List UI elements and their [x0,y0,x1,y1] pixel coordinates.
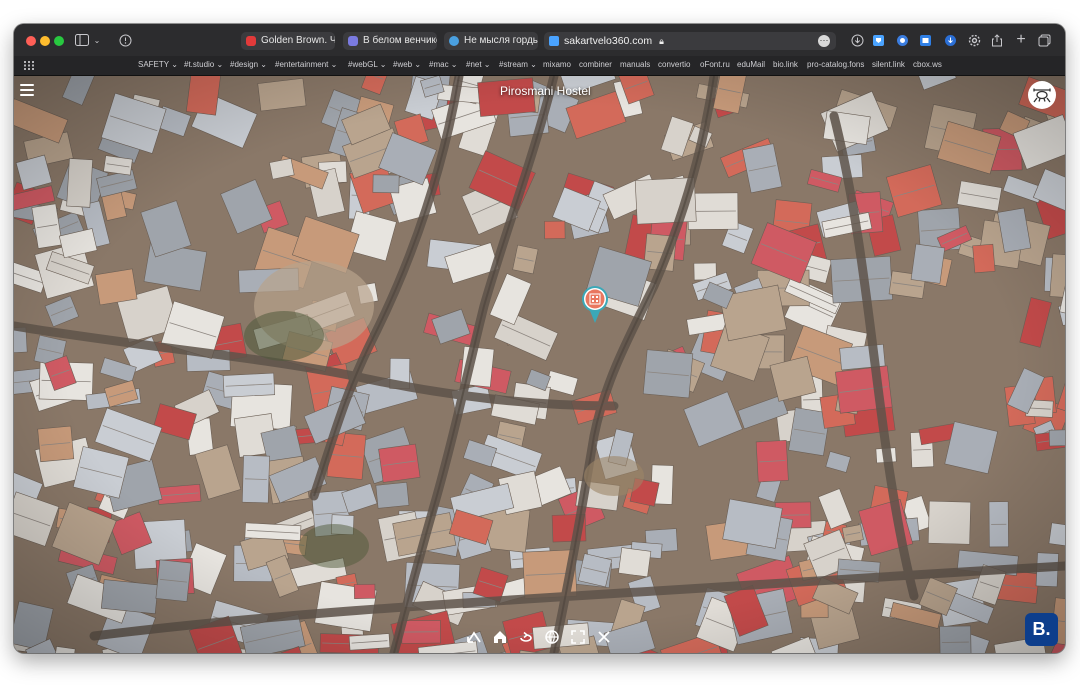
bookmarks-bar: SAFETY ⌄ #t.studio ⌄ #design ⌄ #entertai… [14,56,1065,76]
share-icon[interactable] [989,32,1005,48]
bookmark-combiner[interactable]: combiner [579,60,612,69]
lock-icon: 🔒︎ [659,36,664,46]
rotate-icon[interactable] [518,629,534,645]
menu-hamburger-icon[interactable] [20,84,34,96]
tab-favicon-icon [246,36,256,46]
viewer-controls [466,629,616,647]
bookmark-design[interactable]: #design ⌄ [230,60,267,69]
downloads-icon[interactable] [849,32,865,48]
extension-circle-icon[interactable] [894,32,910,48]
go-back-icon[interactable] [466,629,482,645]
bookmark-cbox[interactable]: cbox.ws [913,60,942,69]
bookmark-web[interactable]: #web ⌄ [393,60,421,69]
panorama-viewer[interactable]: Pirosmani Hostel B. [14,76,1065,653]
browser-window: ⌄ Golden Brown. Ч... В белом венчике... … [14,24,1065,653]
bookmark-entertainment[interactable]: #entertainment ⌄ [275,60,337,69]
sidebar-toggle-icon[interactable] [74,32,90,48]
bookmark-silent-link[interactable]: silent.link [872,60,905,69]
address-url: sakartvelo360.com [564,35,653,47]
tab-label: В белом венчике... [363,35,437,46]
bookmark-pro-catalog[interactable]: pro-catalog.fons [807,60,864,69]
new-tab-icon[interactable]: + [1013,31,1029,48]
settings-gear-icon[interactable] [966,32,982,48]
chevron-down-icon[interactable]: ⌄ [92,32,102,48]
bookmark-bio-link[interactable]: bio.link [773,60,798,69]
extension-shield-icon[interactable] [870,32,886,48]
bookmark-net[interactable]: #net ⌄ [466,60,491,69]
tab-1[interactable]: Golden Brown. Ч... [241,32,335,50]
bookmark-webgl[interactable]: #webGL ⌄ [348,60,386,69]
bookmark-manuals[interactable]: manuals [620,60,650,69]
drone-icon [1033,88,1051,103]
extension-screen-icon[interactable] [917,32,933,48]
fullscreen-icon[interactable] [570,629,586,645]
privacy-report-icon[interactable] [117,32,133,48]
bookmark-safety[interactable]: SAFETY ⌄ [138,60,178,69]
tab-favicon-icon [449,36,459,46]
zoom-window-button[interactable] [54,36,64,46]
tab-label: Не мысля горды... [464,35,538,46]
site-favicon-icon [549,36,559,46]
bookmark-edumail[interactable]: eduMail [737,60,765,69]
address-bar[interactable]: sakartvelo360.com 🔒︎ ··· [544,32,836,50]
location-pin-icon[interactable] [580,284,610,324]
grid-icon[interactable] [24,61,34,70]
bookmark-ofont[interactable]: oFont.ru [700,60,730,69]
tab-2[interactable]: В белом венчике... [343,32,437,50]
aerial-city-view[interactable] [14,76,1065,653]
bookmark-stream[interactable]: #stream ⌄ [499,60,537,69]
more-options-icon[interactable]: ··· [818,35,830,47]
bookmark-mac[interactable]: #mac ⌄ [429,60,458,69]
extension-download-icon[interactable] [942,32,958,48]
bookmark-convertio[interactable]: convertio [658,60,690,69]
close-icon[interactable] [596,629,612,645]
bookmark-t-studio[interactable]: #t.studio ⌄ [184,60,223,69]
drone-view-button[interactable] [1028,81,1056,109]
minimize-window-button[interactable] [40,36,50,46]
bookmark-mixamo[interactable]: mixamo [543,60,571,69]
tab-overview-icon[interactable] [1036,32,1052,48]
tab-label: Golden Brown. Ч... [261,35,335,46]
location-title: Pirosmani Hostel [500,84,591,98]
close-window-button[interactable] [26,36,36,46]
tab-3[interactable]: Не мысля горды... [444,32,538,50]
booking-logo-button[interactable]: B. [1025,613,1058,646]
home-icon[interactable] [492,629,508,645]
globe-icon[interactable] [544,629,560,645]
tab-favicon-icon [348,36,358,46]
browser-toolbar: ⌄ Golden Brown. Ч... В белом венчике... … [14,24,1065,56]
